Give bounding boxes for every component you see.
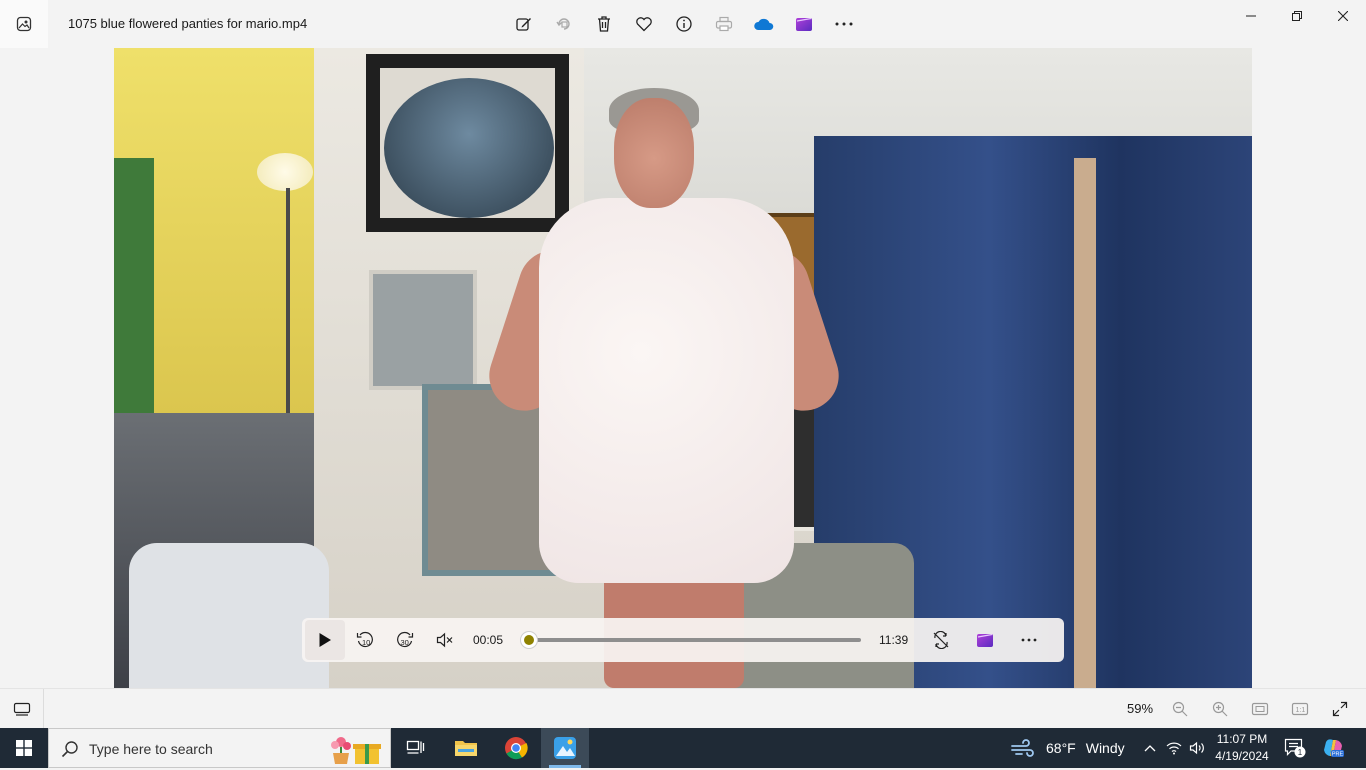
zoom-out-icon [1172, 701, 1188, 716]
skip-forward-30-button[interactable]: 30 [385, 620, 425, 660]
play-icon [319, 633, 331, 647]
zoom-level: 59% [1126, 701, 1154, 716]
mute-button[interactable] [425, 620, 465, 660]
search-placeholder: Type here to search [89, 741, 213, 757]
weather-condition: Windy [1085, 740, 1125, 756]
clock-date: 4/19/2024 [1215, 749, 1269, 763]
filmstrip-toggle[interactable] [0, 689, 44, 728]
video-curtain-stripe [1074, 158, 1096, 688]
window-controls [1228, 0, 1366, 32]
zoom-in-button[interactable] [1200, 689, 1240, 728]
notification-badge: 1 [1298, 748, 1303, 757]
loop-icon [933, 631, 949, 649]
more-icon[interactable] [824, 4, 864, 44]
video-person-head [614, 98, 694, 208]
chrome-icon [505, 737, 528, 760]
video-lamp [257, 153, 313, 191]
speaker-icon [1189, 741, 1204, 755]
edit-image-icon[interactable] [504, 4, 544, 44]
toolbar [504, 4, 864, 44]
print-icon[interactable] [704, 4, 744, 44]
copilot-button[interactable]: PRE [1318, 728, 1348, 768]
video-pillow [129, 543, 329, 688]
fit-window-button[interactable] [1240, 689, 1280, 728]
actual-size-button[interactable]: 1:1 [1280, 689, 1320, 728]
mute-icon [436, 632, 453, 648]
chrome-button[interactable] [492, 728, 540, 768]
fullscreen-button[interactable] [1320, 689, 1360, 728]
media-controls: 10 30 00:05 11:39 [302, 618, 1064, 662]
video-picture-oval [384, 78, 554, 218]
play-button[interactable] [305, 620, 345, 660]
weather-widget[interactable]: 68°F Windy [1010, 728, 1125, 768]
copilot-icon: PRE [1324, 739, 1344, 758]
photos-taskbar-button[interactable] [541, 728, 589, 768]
photos-app-icon [0, 0, 48, 48]
network-button[interactable] [1162, 728, 1186, 768]
video-person-dress [539, 198, 794, 583]
svg-text:PRE: PRE [1332, 752, 1344, 758]
file-explorer-button[interactable] [442, 728, 490, 768]
maximize-icon[interactable] [1274, 0, 1320, 32]
actual-size-icon: 1:1 [1291, 702, 1309, 715]
zoom-controls: 1:1 [1160, 689, 1360, 728]
fullscreen-icon [1332, 701, 1348, 716]
more-icon [1021, 638, 1037, 642]
video-mirror-upper [369, 270, 477, 390]
video-lamp-pole [286, 188, 290, 418]
task-view-button[interactable] [392, 728, 440, 768]
current-time: 00:05 [473, 633, 504, 647]
status-bar: 59% 1:1 [0, 688, 1366, 728]
taskbar-search-box[interactable]: Type here to search [48, 728, 391, 768]
minimize-icon[interactable] [1228, 0, 1274, 32]
loop-button[interactable] [921, 620, 961, 660]
system-tray [1138, 728, 1210, 768]
search-highlight-gift-icon [327, 733, 385, 765]
info-icon[interactable] [664, 4, 704, 44]
clock-time: 11:07 PM [1216, 732, 1268, 746]
rotate-icon[interactable] [544, 4, 584, 44]
title-bar: 1075 blue flowered panties for mario.mp4 [0, 0, 1366, 48]
photos-icon [554, 737, 576, 759]
seek-bar[interactable] [520, 631, 861, 649]
filmstrip-icon [13, 702, 30, 716]
seek-thumb[interactable] [520, 631, 539, 649]
clipchamp-button[interactable] [965, 620, 1005, 660]
svg-text:1:1: 1:1 [1296, 707, 1306, 714]
taskbar-clock[interactable]: 11:07 PM 4/19/2024 [1210, 731, 1274, 765]
wifi-icon [1166, 742, 1182, 755]
skip-forward-30-icon: 30 [397, 631, 414, 648]
notification-icon: 1 [1284, 738, 1306, 758]
weather-temperature: 68°F [1046, 740, 1076, 756]
start-button[interactable] [0, 728, 48, 768]
taskbar: Type here to search 68°F Windy 11:07 PM … [0, 728, 1366, 768]
search-icon [61, 740, 79, 763]
volume-button[interactable] [1186, 728, 1210, 768]
clipchamp-icon[interactable] [784, 4, 824, 44]
favorite-icon[interactable] [624, 4, 664, 44]
skip-back-10-icon: 10 [356, 631, 373, 648]
svg-text:30: 30 [401, 638, 409, 647]
show-hidden-icons-button[interactable] [1138, 728, 1162, 768]
video-frame[interactable] [114, 48, 1252, 688]
close-icon[interactable] [1320, 0, 1366, 32]
file-title: 1075 blue flowered panties for mario.mp4 [68, 16, 308, 31]
windows-logo-icon [16, 740, 32, 756]
duration: 11:39 [879, 633, 909, 647]
notification-center-button[interactable]: 1 [1280, 728, 1310, 768]
zoom-out-button[interactable] [1160, 689, 1200, 728]
skip-back-10-button[interactable]: 10 [345, 620, 385, 660]
fit-window-icon [1251, 702, 1269, 715]
more-options-button[interactable] [1009, 620, 1049, 660]
windy-weather-icon [1011, 739, 1034, 757]
delete-icon[interactable] [584, 4, 624, 44]
task-view-icon [406, 740, 425, 754]
zoom-in-icon [1212, 701, 1228, 716]
svg-text:10: 10 [362, 638, 370, 647]
onedrive-icon[interactable] [744, 4, 784, 44]
clipchamp-icon [977, 633, 993, 647]
file-explorer-icon [455, 741, 477, 756]
chevron-up-icon [1144, 745, 1156, 752]
